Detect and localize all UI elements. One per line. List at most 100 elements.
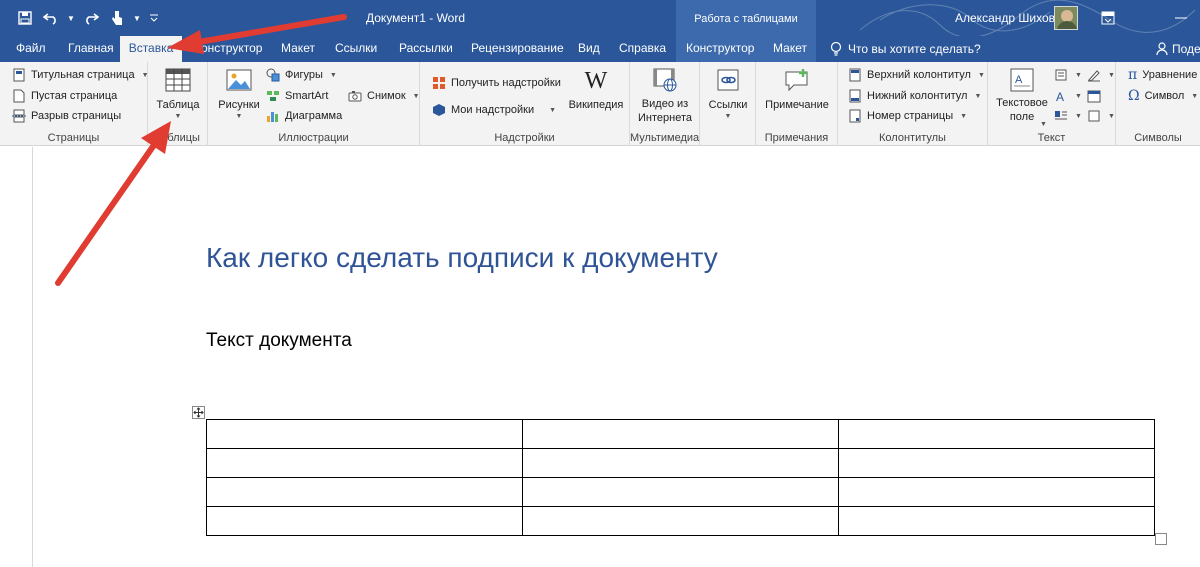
group-label-comments: Примечания bbox=[764, 132, 829, 144]
document-area[interactable]: Как легко сделать подписи к документу Те… bbox=[0, 147, 1200, 567]
links-label: Ссылки bbox=[708, 99, 748, 111]
title-page-button[interactable]: Титульная страница ▼ bbox=[12, 66, 149, 84]
smartart-button[interactable]: SmartArt bbox=[266, 87, 328, 105]
customize-qat-button[interactable] bbox=[146, 8, 162, 28]
blank-page-button[interactable]: Пустая страница bbox=[12, 87, 117, 105]
chevron-down-icon: ▼ bbox=[1075, 92, 1082, 100]
links-button[interactable]: Ссылки ▼ bbox=[704, 68, 752, 122]
minimize-icon[interactable] bbox=[1162, 10, 1198, 26]
chevron-down-icon: ▼ bbox=[1107, 71, 1115, 79]
undo-dropdown-button[interactable]: ▼ bbox=[66, 8, 76, 28]
document-body-text[interactable]: Текст документа bbox=[206, 330, 352, 352]
tab-references[interactable]: Ссылки bbox=[335, 36, 377, 62]
group-links: Ссылки ▼ bbox=[700, 62, 756, 146]
online-video-label-1: Видео из bbox=[641, 98, 689, 110]
equation-button[interactable]: π Уравнение bbox=[1128, 66, 1197, 84]
table-button[interactable]: Таблица ▼ bbox=[154, 68, 202, 122]
textbox-label-2: поле bbox=[1009, 111, 1035, 123]
group-tables: Таблица ▼ Таблицы bbox=[148, 62, 208, 146]
tab-file[interactable]: Файл bbox=[16, 36, 46, 62]
redo-button[interactable] bbox=[80, 8, 102, 28]
page-number-button[interactable]: Номер страницы ▼ bbox=[848, 107, 967, 125]
quick-parts-button[interactable]: ▼ ▼ bbox=[1054, 66, 1115, 84]
touch-dropdown-button[interactable]: ▼ bbox=[132, 8, 142, 28]
user-name[interactable]: Александр Шихов bbox=[955, 11, 1055, 25]
undo-button[interactable] bbox=[40, 8, 62, 28]
table-cell[interactable] bbox=[206, 477, 523, 507]
group-media: Видео из Интернета Мультимедиа bbox=[630, 62, 700, 146]
page-break-button[interactable]: Разрыв страницы bbox=[12, 107, 121, 125]
textbox-button[interactable]: A Текстовое поле ▼ bbox=[992, 68, 1052, 128]
tab-help[interactable]: Справка bbox=[619, 36, 666, 62]
wordart-button[interactable]: A ▼ bbox=[1054, 87, 1101, 105]
tab-design[interactable]: Конструктор bbox=[194, 36, 262, 62]
document-table[interactable] bbox=[206, 419, 1155, 536]
table-cell[interactable] bbox=[522, 506, 839, 536]
online-video-label-2: Интернета bbox=[638, 112, 692, 124]
get-addins-button[interactable]: Получить надстройки bbox=[432, 74, 561, 92]
object-icon[interactable] bbox=[1087, 109, 1101, 123]
save-icon bbox=[18, 11, 32, 25]
lightbulb-icon bbox=[830, 41, 842, 56]
share-button[interactable]: Поде bbox=[1156, 36, 1200, 62]
table-cell[interactable] bbox=[838, 448, 1155, 478]
share-label: Поде bbox=[1172, 41, 1200, 56]
comment-button[interactable]: Примечание bbox=[760, 68, 834, 112]
chevron-down-icon: ▼ bbox=[974, 92, 982, 100]
table-cell[interactable] bbox=[838, 477, 1155, 507]
chevron-down-icon: ▼ bbox=[329, 71, 337, 79]
my-addins-button[interactable]: Мои надстройки ▼ bbox=[432, 101, 556, 119]
tab-table-layout[interactable]: Макет bbox=[773, 36, 807, 62]
footer-button[interactable]: Нижний колонтитул ▼ bbox=[848, 87, 981, 105]
table-cell[interactable] bbox=[838, 506, 1155, 536]
chevron-down-icon: ▼ bbox=[174, 113, 182, 120]
tab-view[interactable]: Вид bbox=[578, 36, 600, 62]
header-icon bbox=[849, 68, 861, 82]
table-cell[interactable] bbox=[206, 419, 523, 449]
get-addins-label: Получить надстройки bbox=[451, 77, 561, 89]
shapes-button[interactable]: Фигуры ▼ bbox=[266, 66, 337, 84]
chevron-down-icon: ▼ bbox=[960, 112, 968, 120]
touch-mode-button[interactable] bbox=[106, 8, 128, 28]
table-resize-handle[interactable] bbox=[1155, 533, 1167, 545]
online-video-button[interactable]: Видео из Интернета bbox=[634, 68, 696, 125]
person-icon bbox=[1156, 42, 1168, 56]
signature-line-icon[interactable] bbox=[1087, 68, 1101, 82]
table-cell[interactable] bbox=[522, 448, 839, 478]
quick-parts-icon bbox=[1055, 69, 1067, 81]
table-cell[interactable] bbox=[206, 448, 523, 478]
chart-button[interactable]: Диаграмма bbox=[266, 107, 342, 125]
tab-mailings[interactable]: Рассылки bbox=[399, 36, 453, 62]
tell-me-label: Что вы хотите сделать? bbox=[848, 41, 981, 56]
page-margin-line bbox=[32, 147, 33, 567]
customize-caret-icon bbox=[150, 14, 158, 22]
table-cell[interactable] bbox=[206, 506, 523, 536]
drop-cap-button[interactable]: ▼ ▼ bbox=[1054, 107, 1115, 125]
pictures-button[interactable]: Рисунки ▼ bbox=[216, 68, 262, 122]
table-row bbox=[206, 448, 1155, 478]
tab-table-design[interactable]: Конструктор bbox=[686, 36, 754, 62]
avatar[interactable] bbox=[1054, 6, 1078, 30]
table-move-handle[interactable] bbox=[192, 406, 205, 419]
ribbon-display-options-icon[interactable] bbox=[1101, 11, 1115, 25]
save-button[interactable] bbox=[14, 8, 36, 28]
tab-review[interactable]: Рецензирование bbox=[471, 36, 564, 62]
chevron-down-icon: ▼ bbox=[412, 92, 420, 100]
wikipedia-button[interactable]: W Википедия bbox=[566, 68, 626, 112]
tab-insert[interactable]: Вставка bbox=[120, 36, 182, 62]
table-cell[interactable] bbox=[522, 477, 839, 507]
table-cell[interactable] bbox=[522, 419, 839, 449]
undo-icon bbox=[43, 13, 56, 25]
header-button[interactable]: Верхний колонтитул ▼ bbox=[848, 66, 985, 84]
header-label: Верхний колонтитул bbox=[867, 69, 971, 81]
table-cell[interactable] bbox=[838, 419, 1155, 449]
screenshot-button[interactable]: Снимок ▼ bbox=[348, 87, 420, 105]
date-time-icon[interactable] bbox=[1087, 89, 1101, 103]
drop-cap-icon bbox=[1055, 111, 1067, 120]
document-heading[interactable]: Как легко сделать подписи к документу bbox=[206, 242, 718, 274]
symbol-button[interactable]: Ω Символ ▼ bbox=[1128, 87, 1198, 105]
tab-layout[interactable]: Макет bbox=[281, 36, 315, 62]
tell-me-search[interactable]: Что вы хотите сделать? bbox=[830, 36, 981, 62]
new-comment-icon bbox=[785, 69, 808, 92]
tab-home[interactable]: Главная bbox=[68, 36, 114, 62]
